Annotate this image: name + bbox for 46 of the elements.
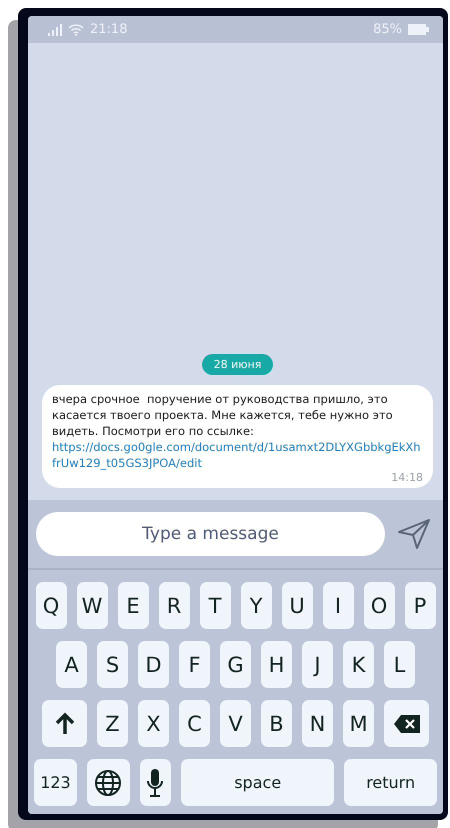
globe-icon (94, 768, 122, 796)
date-chip: 28 июня (202, 354, 274, 375)
backspace-key[interactable] (384, 700, 429, 747)
letter-key[interactable]: Q (36, 582, 66, 629)
battery-icon (408, 24, 429, 35)
message-link[interactable]: https://docs.go0gle.com/document/d/1usamxt2DLYXGbbkgEkXhfrUw129_t05GS3JPOA/edit (52, 439, 423, 471)
backspace-icon (392, 714, 420, 734)
return-key[interactable]: return (344, 759, 437, 806)
microphone-key[interactable] (140, 759, 172, 806)
letter-key[interactable]: S (97, 641, 128, 688)
letter-key[interactable]: F (179, 641, 210, 688)
letter-key[interactable]: H (261, 641, 292, 688)
letter-key[interactable]: M (343, 700, 374, 747)
letter-key[interactable]: T (200, 582, 230, 629)
letter-key[interactable]: B (261, 700, 292, 747)
letter-key[interactable]: V (220, 700, 251, 747)
language-key[interactable] (86, 759, 130, 806)
space-key[interactable]: space (181, 759, 334, 806)
arrow-up-icon (54, 712, 76, 736)
letter-key[interactable]: Y (240, 582, 272, 629)
letter-key[interactable]: J (302, 641, 333, 688)
letter-key[interactable]: L (384, 641, 415, 688)
message-input[interactable]: Type a message (36, 512, 385, 556)
letter-key[interactable]: P (404, 582, 436, 629)
letter-key[interactable]: R (158, 582, 190, 629)
shift-key[interactable] (42, 700, 87, 747)
letter-key[interactable]: G (220, 641, 251, 688)
letter-key[interactable]: O (364, 582, 394, 629)
letter-key[interactable]: W (76, 582, 108, 629)
numbers-key[interactable]: 123 (34, 759, 77, 806)
signal-icon (48, 24, 62, 36)
letter-key[interactable]: U (282, 582, 312, 629)
message-text: вчера срочное поручение от руководства пришло, это касается твоего проекта. Мне кажется, тебе нужно это видеть. Посмотри его по ссылке: (52, 391, 394, 439)
send-icon[interactable] (397, 518, 431, 550)
wifi-icon (68, 23, 84, 36)
letter-key[interactable]: A (56, 641, 87, 688)
microphone-icon (146, 768, 164, 798)
letter-key[interactable]: I (322, 582, 354, 629)
letter-key[interactable]: Z (97, 700, 128, 747)
letter-key[interactable]: C (179, 700, 210, 747)
letter-key[interactable]: E (118, 582, 148, 629)
message-time: 14:18 (391, 471, 423, 484)
letter-key[interactable]: K (343, 641, 374, 688)
letter-key[interactable]: N (302, 700, 333, 747)
letter-key[interactable]: X (138, 700, 169, 747)
letter-key[interactable]: D (138, 641, 169, 688)
